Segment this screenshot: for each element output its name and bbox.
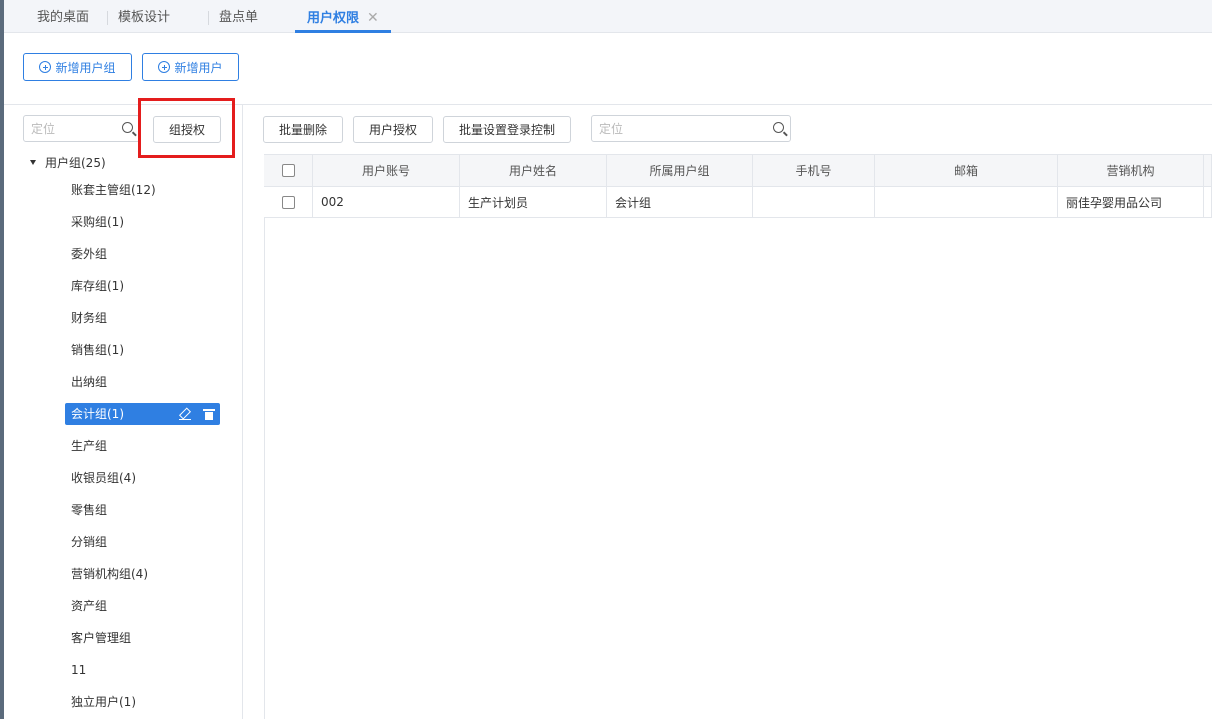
- tree-item-group[interactable]: 销售组(1): [65, 339, 220, 361]
- tree-item-group[interactable]: 收银员组(4): [65, 467, 220, 489]
- column-header-overflow: [1204, 155, 1212, 186]
- tab-my-desktop[interactable]: 我的桌面: [37, 0, 89, 33]
- column-header[interactable]: 手机号: [753, 155, 875, 186]
- tree-item-group[interactable]: 采购组(1): [65, 211, 220, 233]
- cell-org: 丽佳孕婴用品公司: [1058, 187, 1204, 217]
- left-panel-divider: [242, 105, 243, 719]
- tree-item-group[interactable]: 零售组: [65, 499, 220, 521]
- table-row[interactable]: 002 生产计划员 会计组 丽佳孕婴用品公司: [264, 187, 1212, 218]
- tree-root-user-groups[interactable]: 用户组(25): [30, 153, 106, 171]
- tab-separator: [208, 11, 209, 25]
- row-select-cell: [264, 187, 313, 217]
- tab-user-permissions[interactable]: 用户权限 ✕: [295, 0, 391, 33]
- search-icon[interactable]: [122, 122, 133, 133]
- column-header[interactable]: 所属用户组: [607, 155, 753, 186]
- tree-item-group[interactable]: 委外组: [65, 243, 220, 265]
- column-header[interactable]: 用户账号: [313, 155, 460, 186]
- add-user-label: 新增用户: [174, 60, 223, 75]
- user-search-input[interactable]: [592, 116, 790, 141]
- tree-item-group[interactable]: 11: [65, 659, 220, 681]
- column-header[interactable]: 用户姓名: [460, 155, 607, 186]
- app-left-edge: [0, 0, 4, 719]
- batch-login-control-button[interactable]: 批量设置登录控制: [443, 116, 571, 143]
- batch-delete-button[interactable]: 批量删除: [263, 116, 343, 143]
- group-search-box: [23, 115, 140, 142]
- plus-circle-icon: [158, 61, 171, 73]
- user-search-box: [591, 115, 791, 142]
- tree-item-group[interactable]: 客户管理组: [65, 627, 220, 649]
- tab-template-design[interactable]: 模板设计: [118, 0, 170, 33]
- tree-item-group[interactable]: 账套主管组(12): [65, 179, 220, 201]
- search-icon[interactable]: [773, 122, 784, 133]
- add-user-button[interactable]: 新增用户: [142, 53, 239, 81]
- tree-item-group[interactable]: 库存组(1): [65, 275, 220, 297]
- column-header[interactable]: 营销机构: [1058, 155, 1204, 186]
- cell-account: 002: [313, 187, 460, 217]
- cell-overflow: [1204, 187, 1212, 217]
- cell-phone: [753, 187, 875, 217]
- tree-item-group[interactable]: 独立用户(1): [65, 691, 220, 713]
- trash-icon[interactable]: [203, 408, 215, 420]
- tab-user-permissions-label: 用户权限: [307, 11, 360, 26]
- table-header: 用户账号 用户姓名 所属用户组 手机号 邮箱 营销机构: [264, 155, 1212, 187]
- tree-item-group[interactable]: 财务组: [65, 307, 220, 329]
- table-body-area: [264, 217, 1212, 719]
- edit-icon[interactable]: [179, 408, 191, 421]
- tab-inventory-sheet[interactable]: 盘点单: [219, 0, 258, 33]
- caret-down-icon[interactable]: [30, 159, 36, 165]
- plus-circle-icon: [39, 61, 52, 73]
- select-all-checkbox[interactable]: [281, 164, 295, 177]
- add-user-group-button[interactable]: 新增用户组: [23, 53, 132, 81]
- tree-item-group[interactable]: 分销组: [65, 531, 220, 553]
- user-authorize-button[interactable]: 用户授权: [353, 116, 433, 143]
- tree-item-group[interactable]: 资产组: [65, 595, 220, 617]
- tree-item-selected-label: 会计组(1): [71, 407, 124, 421]
- tree-item-group-selected[interactable]: 会计组(1): [65, 403, 220, 425]
- cell-group: 会计组: [607, 187, 753, 217]
- tree-item-group[interactable]: 出纳组: [65, 371, 220, 393]
- add-user-group-label: 新增用户组: [55, 60, 116, 75]
- column-header[interactable]: 邮箱: [875, 155, 1058, 186]
- cell-email: [875, 187, 1058, 217]
- user-table: 用户账号 用户姓名 所属用户组 手机号 邮箱 营销机构 002 生产计划员 会计…: [264, 154, 1212, 218]
- tab-bar: 我的桌面 模板设计 盘点单 用户权限 ✕: [4, 0, 1212, 33]
- tree-item-group[interactable]: 营销机构组(4): [65, 563, 220, 585]
- select-all-cell: [264, 155, 313, 186]
- highlight-annotation-box: [138, 98, 235, 158]
- tree-item-group[interactable]: 生产组: [65, 435, 220, 457]
- close-icon[interactable]: ✕: [367, 10, 379, 26]
- tree-root-label: 用户组(25): [45, 155, 106, 170]
- tab-separator: [107, 11, 108, 25]
- row-checkbox[interactable]: [281, 195, 295, 209]
- cell-name: 生产计划员: [460, 187, 607, 217]
